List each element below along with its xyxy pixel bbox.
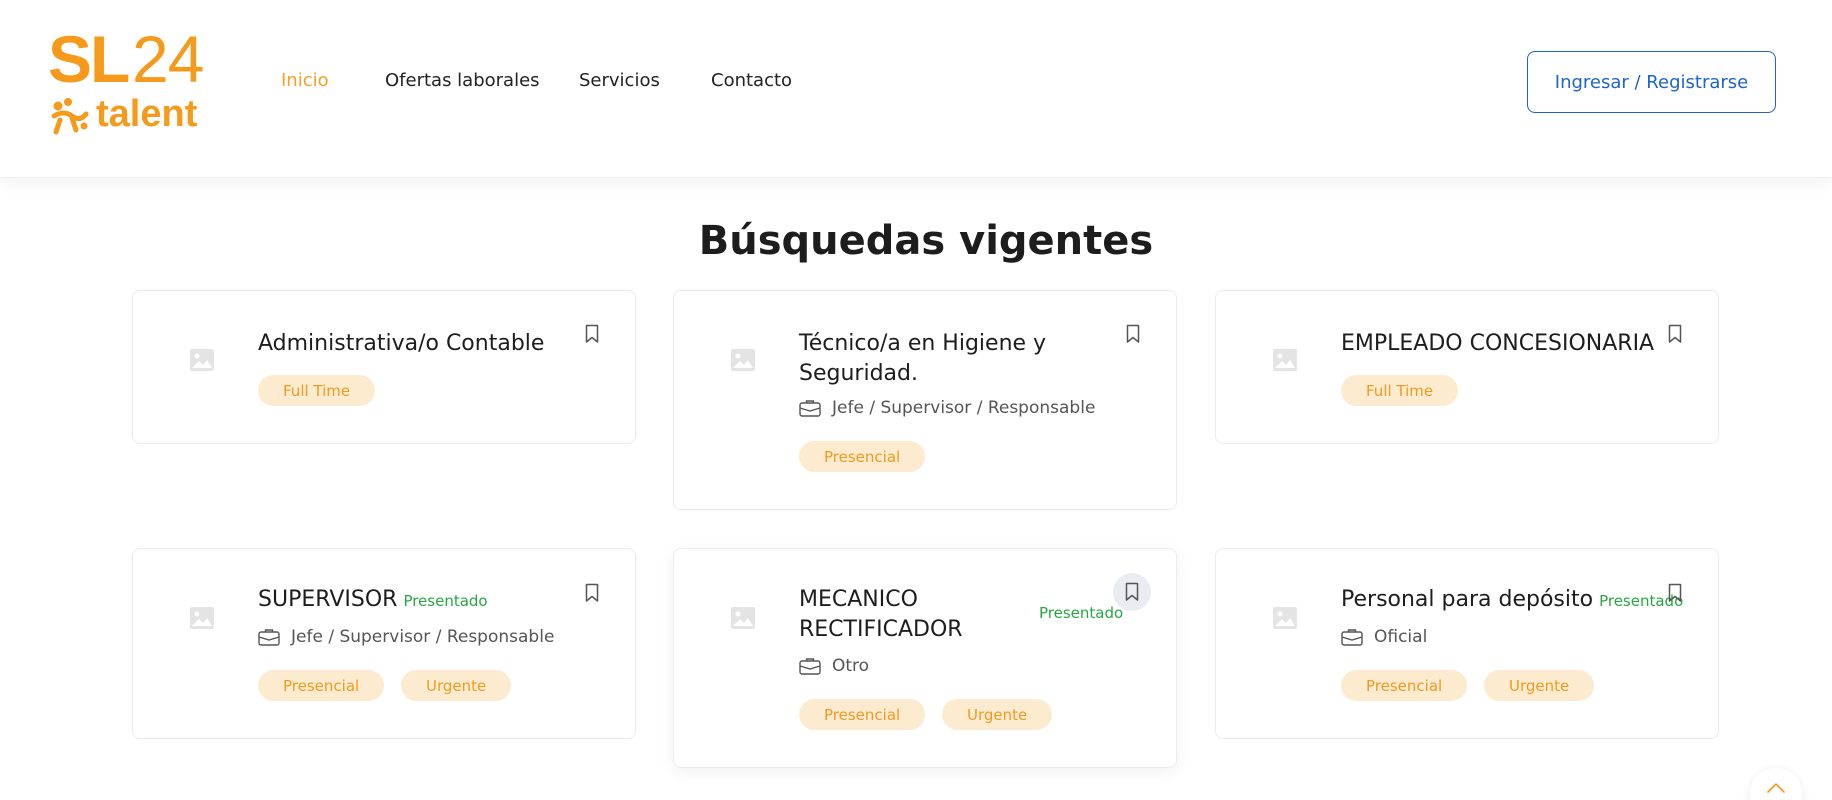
nav-item-servicios[interactable]: Servicios (579, 70, 660, 91)
chevron-up-icon (1767, 783, 1785, 793)
job-category: Otro (799, 656, 869, 676)
logo-text-sl: SL (48, 22, 130, 96)
job-card[interactable]: SUPERVISOR Presentado Jefe / Supervisor /… (132, 548, 636, 739)
bookmark-button[interactable] (1114, 315, 1152, 353)
nav-item-ofertas-laborales[interactable]: Ofertas laborales (385, 70, 540, 91)
job-category-text: Jefe / Supervisor / Responsable (832, 398, 1096, 418)
nav-item-inicio[interactable]: Inicio (281, 70, 329, 91)
briefcase-icon (799, 658, 821, 675)
job-title-text: MECANICO RECTIFICADOR (799, 587, 963, 642)
job-tag: Full Time (258, 375, 376, 406)
logo-mark-icon (51, 98, 89, 135)
briefcase-icon (1341, 629, 1363, 646)
nav-item-contacto[interactable]: Contacto (711, 70, 792, 91)
job-tag: Presencial (1341, 670, 1468, 701)
scroll-top-button[interactable] (1750, 768, 1802, 800)
job-title[interactable]: Personal para depósito Presentado (1341, 585, 1683, 616)
applied-status: Presentado (403, 592, 488, 610)
job-card[interactable]: Personal para depósito Presentado Oficial… (1215, 548, 1719, 739)
job-card[interactable]: MECANICO RECTIFICADOR Presentado Otro Pr… (673, 548, 1177, 768)
job-title-text: Técnico/a en Higiene y Seguridad. (799, 331, 1047, 386)
logo-text-talent: talent (96, 93, 198, 135)
job-tag: Urgente (1484, 670, 1595, 701)
job-title[interactable]: MECANICO RECTIFICADOR (799, 585, 999, 645)
job-category: Jefe / Supervisor / Responsable (799, 398, 1095, 418)
job-title-text: Administrativa/o Contable (258, 331, 545, 356)
job-title[interactable]: SUPERVISOR Presentado (258, 585, 488, 616)
briefcase-icon (799, 400, 821, 417)
site-header: SL 24 talent Inicio Ofertas laborales Se… (0, 0, 1832, 178)
job-card[interactable]: Administrativa/o Contable Full Time (132, 290, 636, 444)
section-title: Búsquedas vigentes (698, 218, 1154, 264)
bookmark-button[interactable] (1656, 315, 1694, 353)
job-category-text: Oficial (1374, 627, 1428, 647)
image-placeholder-icon (731, 607, 755, 629)
image-placeholder-icon (1273, 607, 1297, 629)
login-register-button[interactable]: Ingresar / Registrarse (1527, 51, 1776, 113)
bookmark-button[interactable] (573, 574, 611, 612)
bookmark-icon (1126, 324, 1140, 343)
applied-status: Presentado (1039, 604, 1124, 622)
briefcase-icon (258, 629, 280, 646)
bookmark-icon (1668, 583, 1682, 602)
bookmark-button[interactable] (1113, 573, 1151, 611)
image-placeholder-icon (190, 607, 214, 629)
bookmark-icon (1125, 582, 1139, 601)
job-card[interactable]: Técnico/a en Higiene y Seguridad. Jefe /… (673, 290, 1177, 510)
job-tag: Urgente (401, 670, 512, 701)
bookmark-icon (1668, 324, 1682, 343)
job-card[interactable]: EMPLEADO CONCESIONARIA Full Time (1215, 290, 1719, 444)
job-title-text: EMPLEADO CONCESIONARIA (1341, 331, 1655, 356)
job-title[interactable]: Administrativa/o Contable (258, 329, 544, 359)
image-placeholder-icon (731, 349, 755, 371)
job-title-text: Personal para depósito (1341, 587, 1594, 612)
job-title-text: SUPERVISOR (258, 587, 398, 612)
job-title[interactable]: EMPLEADO CONCESIONARIA (1341, 329, 1654, 359)
image-placeholder-icon (1273, 349, 1297, 371)
job-tag: Presencial (799, 441, 926, 472)
job-tag: Presencial (258, 670, 385, 701)
job-tag: Full Time (1341, 375, 1459, 406)
bookmark-button[interactable] (573, 315, 611, 353)
job-title[interactable]: Técnico/a en Higiene y Seguridad. (799, 329, 1069, 389)
image-placeholder-icon (190, 349, 214, 371)
job-category-text: Jefe / Supervisor / Responsable (291, 627, 555, 647)
logo[interactable]: SL 24 talent (48, 26, 220, 138)
bookmark-icon (585, 324, 599, 343)
job-tag: Presencial (799, 699, 926, 730)
logo-text-24: 24 (132, 22, 204, 96)
job-tag: Urgente (942, 699, 1053, 730)
job-category: Jefe / Supervisor / Responsable (258, 627, 554, 647)
job-category-text: Otro (832, 656, 870, 676)
bookmark-button[interactable] (1656, 574, 1694, 612)
bookmark-icon (585, 583, 599, 602)
job-category: Oficial (1341, 627, 1427, 647)
